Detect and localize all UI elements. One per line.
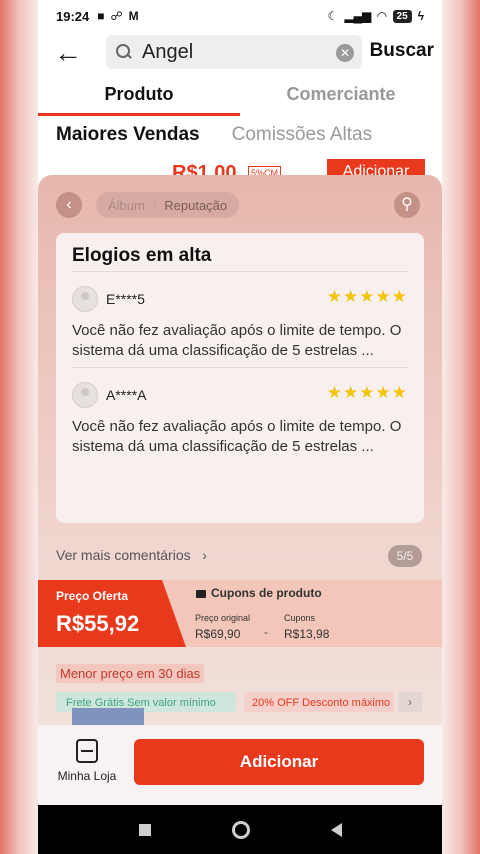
discount-chip[interactable]: 20% OFF Desconto máximo [244,692,394,712]
see-more-label: Ver mais comentários [56,547,191,563]
review-item: E****5 ★★★★★ Você não fez avaliação após… [72,271,408,367]
home-icon[interactable] [231,820,250,839]
coupon-icon [196,589,206,598]
moon-icon: ☾ [327,9,339,23]
back-circle-icon[interactable]: ‹ [56,192,82,218]
image-pager: 5/5 [388,545,422,567]
review-user: A****A [106,387,147,403]
system-nav-bar [38,805,442,854]
coupons-value: R$13,98 [284,627,330,641]
mail-icon: M [128,9,139,23]
review-item: A****A ★★★★★ Você não fez avaliação após… [72,367,408,463]
avatar [72,382,98,408]
tab-comerciante[interactable]: Comerciante [240,76,442,116]
status-time: 19:24 [56,8,90,24]
chevron-right-icon: › [194,547,207,563]
search-input[interactable]: Angel ✕ [106,35,362,69]
sort-maiores-vendas[interactable]: Maiores Vendas [56,124,200,146]
bottom-action-bar: Minha Loja Adicionar [38,725,442,805]
segment-reputation[interactable]: Reputação [164,198,227,213]
offer-price: R$55,92 [56,611,140,636]
offer-price-block: Preço Oferta R$55,92 [38,580,186,647]
sort-options: Maiores Vendas Comissões Altas [56,124,372,146]
sheet-toolbar: ‹ Álbum | Reputação ⚲ [38,175,442,233]
review-text: Você não fez avaliação após o limite de … [72,418,402,455]
search-circle-icon[interactable]: ⚲ [394,192,420,218]
avatar [72,286,98,312]
lowest-price-badge: Menor preço em 30 dias [56,664,205,683]
clear-icon[interactable]: ✕ [336,44,354,62]
signal-icon: ▂▄▆ [344,9,372,23]
back-arrow-icon[interactable]: ← [38,33,98,73]
review-text: Você não fez avaliação após o limite de … [72,322,402,359]
coupons-title-text: Cupons de produto [211,586,322,600]
original-price-label: Preço original [195,613,251,623]
result-tabs: Produto Comerciante [38,76,442,116]
offer-label: Preço Oferta [56,589,129,603]
search-button[interactable]: Buscar [370,40,434,62]
see-more-comments-link[interactable]: Ver mais comentários › [56,547,207,563]
notification-icon: ☍ [110,9,123,23]
recents-icon[interactable] [138,823,151,836]
wifi-icon: ◠ [377,9,387,23]
star-rating: ★★★★★ [326,287,408,306]
tab-produto[interactable]: Produto [38,76,240,116]
price-band: Preço Oferta R$55,92 Cupons de produto P… [38,580,442,647]
store-icon [76,739,98,763]
coupons-title: Cupons de produto [196,586,322,600]
original-price: R$69,90 [195,627,241,641]
my-store-label: Minha Loja [57,769,117,783]
add-button[interactable]: Adicionar [134,739,424,785]
reviews-card: Elogios em alta E****5 ★★★★★ Você não fe… [56,233,424,523]
segment-divider: | [152,197,157,213]
minus-sign: - [264,625,268,639]
charging-icon: ϟ [417,9,424,23]
chevron-right-icon[interactable]: › [398,692,422,712]
phone-screen: 19:24 ■ ☍ M ☾ ▂▄▆ ◠ 25 ϟ ← Angel ✕ Busca… [38,0,442,854]
segment-album[interactable]: Álbum [108,198,145,213]
review-user: E****5 [106,291,145,307]
reviews-title: Elogios em alta [72,245,212,266]
sort-comissoes-altas[interactable]: Comissões Altas [232,124,372,146]
coupons-label: Cupons [284,613,316,623]
search-header: ← Angel ✕ Buscar [38,32,442,74]
battery-icon: 25 [392,9,412,23]
search-icon [116,44,132,60]
my-store-button[interactable]: Minha Loja [52,739,122,783]
camera-icon: ■ [97,9,105,23]
search-query: Angel [142,40,194,63]
status-bar: 19:24 ■ ☍ M ☾ ▂▄▆ ◠ 25 ϟ [38,0,442,32]
star-rating: ★★★★★ [326,383,408,402]
back-icon[interactable] [330,822,342,837]
segment-control: Álbum | Reputação [96,192,240,218]
